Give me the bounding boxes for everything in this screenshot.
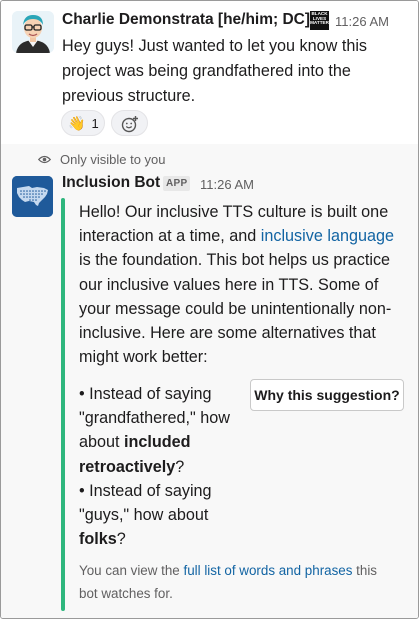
suggestion-text: • Instead of saying "guys," how about xyxy=(79,481,212,525)
suggestion-item: • Instead of saying "grandfathered," how… xyxy=(79,382,239,479)
visibility-note: Only visible to you xyxy=(38,152,166,167)
bot-message-body: Hello! Our inclusive TTS culture is buil… xyxy=(79,200,405,369)
blm-badge-icon: BLACK LIVES MATTER xyxy=(310,11,329,30)
word-list-link[interactable]: full list of words and phrases xyxy=(183,563,352,578)
bot-avatar[interactable] xyxy=(12,176,53,217)
wave-emoji-icon: 👋 xyxy=(68,114,86,131)
inclusive-language-link[interactable]: inclusive language xyxy=(261,227,394,245)
suggestion-list: • Instead of saying "grandfathered," how… xyxy=(79,382,239,551)
reaction-count: 1 xyxy=(91,115,99,131)
suggestion-item: • Instead of saying "guys," how about fo… xyxy=(79,479,239,552)
slack-thread-frame: Charlie Demonstrata [he/him; DC] BLACK LI… xyxy=(0,0,419,619)
footer-text: You can view the xyxy=(79,563,184,578)
body-text: is the foundation. This bot helps us pra… xyxy=(79,251,392,367)
message-inclusion-bot: Only visible to you Inclusion Bot APP 11… xyxy=(1,144,418,618)
wave-reaction[interactable]: 👋 1 xyxy=(61,110,105,136)
add-reaction-button[interactable] xyxy=(111,110,148,136)
why-this-suggestion-button[interactable]: Why this suggestion? xyxy=(250,379,404,411)
attachment-accent-bar xyxy=(61,198,65,611)
author-name[interactable]: Charlie Demonstrata [he/him; DC] xyxy=(62,11,310,29)
app-badge: APP xyxy=(163,176,191,191)
eye-icon xyxy=(38,155,51,164)
suggestion-text: ? xyxy=(116,530,126,549)
bot-name[interactable]: Inclusion Bot xyxy=(62,174,160,192)
timestamp[interactable]: 11:26 AM xyxy=(200,177,254,192)
avatar[interactable] xyxy=(12,11,54,53)
bot-footer: You can view the full list of words and … xyxy=(79,560,399,605)
visibility-text: Only visible to you xyxy=(60,152,166,167)
suggestion-text: ? xyxy=(175,457,185,476)
message-charlie: Charlie Demonstrata [he/him; DC] BLACK LI… xyxy=(1,1,418,144)
message-text: Hey guys! Just wanted to let you know th… xyxy=(62,37,368,105)
suggestion-alternative: folks xyxy=(79,530,117,549)
timestamp[interactable]: 11:26 AM xyxy=(335,14,389,29)
add-emoji-icon xyxy=(121,116,138,133)
